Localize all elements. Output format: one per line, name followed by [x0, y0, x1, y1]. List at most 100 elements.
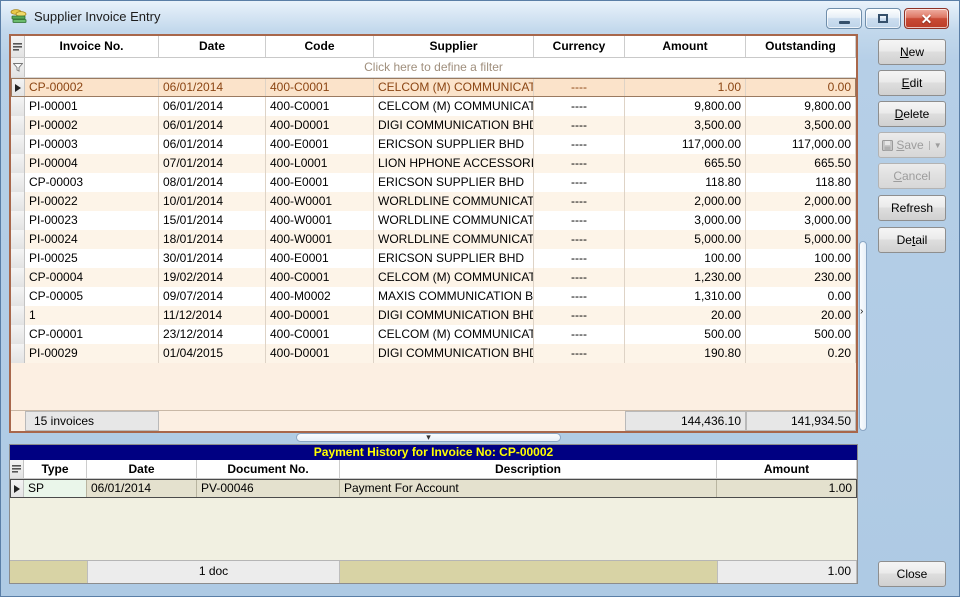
cell-outstanding[interactable]: 665.50: [746, 154, 856, 173]
cell-invoice-no[interactable]: PI-00022: [25, 192, 159, 211]
cell-code[interactable]: 400-C0001: [266, 268, 374, 287]
invoice-row[interactable]: PI-0002315/01/2014400-W0001WORLDLINE COM…: [11, 211, 856, 230]
cell-supplier[interactable]: DIGI COMMUNICATION BHD: [374, 344, 534, 363]
cell-invoice-no[interactable]: PI-00024: [25, 230, 159, 249]
cell-amount[interactable]: 190.80: [625, 344, 746, 363]
column-header-pay-amount[interactable]: Amount: [717, 460, 857, 478]
delete-button[interactable]: Delete: [878, 101, 946, 127]
minimize-button[interactable]: [826, 8, 862, 29]
cell-outstanding[interactable]: 9,800.00: [746, 97, 856, 116]
cell-date[interactable]: 19/02/2014: [159, 268, 266, 287]
payment-grid-options-button[interactable]: [10, 460, 24, 478]
cell-pay-date[interactable]: 06/01/2014: [87, 479, 197, 498]
cell-supplier[interactable]: ERICSON SUPPLIER BHD: [374, 135, 534, 154]
invoice-row[interactable]: PI-0000306/01/2014400-E0001ERICSON SUPPL…: [11, 135, 856, 154]
cell-outstanding[interactable]: 3,000.00: [746, 211, 856, 230]
cell-supplier[interactable]: LION HPHONE ACCESSORIE...: [374, 154, 534, 173]
invoice-row[interactable]: PI-0002210/01/2014400-W0001WORLDLINE COM…: [11, 192, 856, 211]
cell-currency[interactable]: ----: [534, 135, 625, 154]
cell-amount[interactable]: 118.80: [625, 173, 746, 192]
horizontal-splitter[interactable]: ▾: [296, 433, 561, 442]
cell-currency[interactable]: ----: [534, 230, 625, 249]
cell-currency[interactable]: ----: [534, 325, 625, 344]
cell-date[interactable]: 06/01/2014: [159, 135, 266, 154]
cell-currency[interactable]: ----: [534, 173, 625, 192]
cell-invoice-no[interactable]: CP-00003: [25, 173, 159, 192]
cell-pay-amount[interactable]: 1.00: [717, 479, 857, 498]
cell-supplier[interactable]: DIGI COMMUNICATION BHD: [374, 116, 534, 135]
cell-description[interactable]: Payment For Account: [340, 479, 717, 498]
column-header-type[interactable]: Type: [24, 460, 87, 478]
cell-amount[interactable]: 100.00: [625, 249, 746, 268]
cell-code[interactable]: 400-D0001: [266, 116, 374, 135]
cell-outstanding[interactable]: 117,000.00: [746, 135, 856, 154]
cell-invoice-no[interactable]: CP-00005: [25, 287, 159, 306]
column-header-outstanding[interactable]: Outstanding: [746, 36, 856, 57]
cell-amount[interactable]: 1,230.00: [625, 268, 746, 287]
cell-currency[interactable]: ----: [534, 306, 625, 325]
cell-supplier[interactable]: CELCOM (M) COMMUNICATI...: [374, 97, 534, 116]
close-button[interactable]: Close: [878, 561, 946, 587]
close-window-button[interactable]: ✕: [904, 8, 949, 29]
cell-amount[interactable]: 5,000.00: [625, 230, 746, 249]
column-header-code[interactable]: Code: [266, 36, 374, 57]
column-header-currency[interactable]: Currency: [534, 36, 625, 57]
cell-currency[interactable]: ----: [534, 97, 625, 116]
invoice-row[interactable]: 111/12/2014400-D0001DIGI COMMUNICATION B…: [11, 306, 856, 325]
cell-code[interactable]: 400-W0001: [266, 192, 374, 211]
cell-invoice-no[interactable]: CP-00001: [25, 325, 159, 344]
cell-outstanding[interactable]: 20.00: [746, 306, 856, 325]
cell-currency[interactable]: ----: [534, 344, 625, 363]
edit-button[interactable]: Edit: [878, 70, 946, 96]
cell-invoice-no[interactable]: PI-00025: [25, 249, 159, 268]
cell-supplier[interactable]: DIGI COMMUNICATION BHD: [374, 306, 534, 325]
titlebar[interactable]: Supplier Invoice Entry ✕: [1, 1, 959, 31]
invoice-row[interactable]: CP-0000509/07/2014400-M0002MAXIS COMMUNI…: [11, 287, 856, 306]
cell-supplier[interactable]: ERICSON SUPPLIER BHD: [374, 173, 534, 192]
cell-supplier[interactable]: CELCOM (M) COMMUNICATI...: [374, 268, 534, 287]
cell-date[interactable]: 15/01/2014: [159, 211, 266, 230]
invoice-row[interactable]: PI-0000106/01/2014400-C0001CELCOM (M) CO…: [11, 97, 856, 116]
column-header-invoice-no[interactable]: Invoice No.: [25, 36, 159, 57]
cell-invoice-no[interactable]: PI-00003: [25, 135, 159, 154]
invoice-row[interactable]: PI-0002901/04/2015400-D0001DIGI COMMUNIC…: [11, 344, 856, 363]
cell-outstanding[interactable]: 118.80: [746, 173, 856, 192]
invoice-row[interactable]: PI-0000206/01/2014400-D0001DIGI COMMUNIC…: [11, 116, 856, 135]
cell-outstanding[interactable]: 5,000.00: [746, 230, 856, 249]
cell-type[interactable]: SP: [24, 479, 87, 498]
cell-invoice-no[interactable]: PI-00001: [25, 97, 159, 116]
cell-outstanding[interactable]: 0.00: [746, 287, 856, 306]
cell-outstanding[interactable]: 0.20: [746, 344, 856, 363]
cell-currency[interactable]: ----: [534, 116, 625, 135]
cell-outstanding[interactable]: 0.00: [746, 78, 856, 97]
cell-date[interactable]: 11/12/2014: [159, 306, 266, 325]
cell-code[interactable]: 400-C0001: [266, 325, 374, 344]
cell-supplier[interactable]: ERICSON SUPPLIER BHD: [374, 249, 534, 268]
cell-invoice-no[interactable]: PI-00023: [25, 211, 159, 230]
cell-date[interactable]: 30/01/2014: [159, 249, 266, 268]
cell-outstanding[interactable]: 230.00: [746, 268, 856, 287]
invoice-row[interactable]: PI-0002530/01/2014400-E0001ERICSON SUPPL…: [11, 249, 856, 268]
cell-amount[interactable]: 3,000.00: [625, 211, 746, 230]
cell-currency[interactable]: ----: [534, 287, 625, 306]
cell-outstanding[interactable]: 100.00: [746, 249, 856, 268]
cell-invoice-no[interactable]: 1: [25, 306, 159, 325]
cell-code[interactable]: 400-E0001: [266, 249, 374, 268]
cell-supplier[interactable]: WORLDLINE COMMUNICATI...: [374, 230, 534, 249]
cell-amount[interactable]: 20.00: [625, 306, 746, 325]
invoice-row[interactable]: CP-0000308/01/2014400-E0001ERICSON SUPPL…: [11, 173, 856, 192]
cell-invoice-no[interactable]: PI-00004: [25, 154, 159, 173]
cell-supplier[interactable]: CELCOM (M) COMMUNICATI...: [374, 325, 534, 344]
invoice-row[interactable]: PI-0002418/01/2014400-W0001WORLDLINE COM…: [11, 230, 856, 249]
cell-date[interactable]: 06/01/2014: [159, 78, 266, 97]
detail-button[interactable]: Detail: [878, 227, 946, 253]
cell-date[interactable]: 07/01/2014: [159, 154, 266, 173]
cell-code[interactable]: 400-C0001: [266, 97, 374, 116]
cell-supplier[interactable]: MAXIS COMMUNICATION BHD: [374, 287, 534, 306]
cell-amount[interactable]: 3,500.00: [625, 116, 746, 135]
cell-currency[interactable]: ----: [534, 211, 625, 230]
cell-code[interactable]: 400-M0002: [266, 287, 374, 306]
cell-amount[interactable]: 500.00: [625, 325, 746, 344]
cell-currency[interactable]: ----: [534, 268, 625, 287]
column-header-pay-date[interactable]: Date: [87, 460, 197, 478]
